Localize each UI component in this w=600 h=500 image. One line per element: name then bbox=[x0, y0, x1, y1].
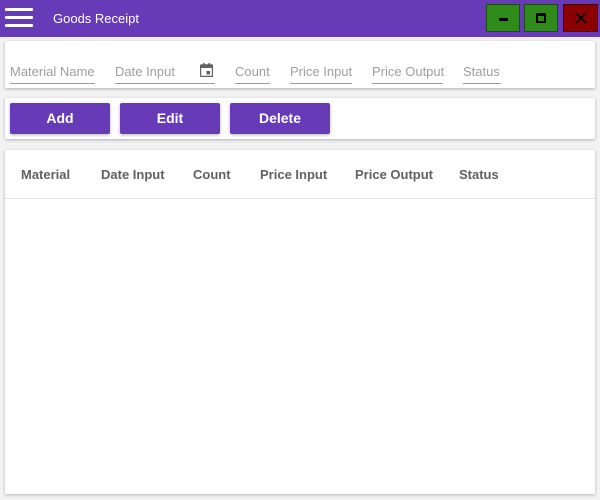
date-input-placeholder: Date Input bbox=[115, 64, 175, 79]
date-input-field[interactable]: Date Input bbox=[115, 59, 215, 84]
column-header-material[interactable]: Material bbox=[21, 167, 70, 183]
goods-receipt-window: Goods Receipt Material Name Date Input C… bbox=[0, 0, 600, 500]
close-icon bbox=[575, 12, 587, 24]
minimize-button[interactable] bbox=[486, 4, 520, 32]
maximize-icon bbox=[536, 13, 546, 23]
hamburger-line bbox=[5, 16, 33, 19]
column-header-price-output[interactable]: Price Output bbox=[355, 167, 433, 183]
price-input-placeholder: Price Input bbox=[290, 64, 353, 79]
actions-card: Add Edit Delete bbox=[5, 98, 595, 139]
goods-table: Material Date Input Count Price Input Pr… bbox=[5, 150, 595, 494]
material-name-placeholder: Material Name bbox=[10, 64, 95, 79]
calendar-icon[interactable] bbox=[199, 63, 214, 78]
price-output-field[interactable]: Price Output bbox=[372, 59, 445, 84]
column-header-count[interactable]: Count bbox=[193, 167, 231, 183]
maximize-button[interactable] bbox=[524, 4, 558, 32]
hamburger-line bbox=[5, 24, 33, 27]
column-header-status[interactable]: Status bbox=[459, 167, 499, 183]
column-header-price-input[interactable]: Price Input bbox=[260, 167, 327, 183]
delete-button[interactable]: Delete bbox=[230, 103, 330, 134]
input-form-card: Material Name Date Input Count Price Inp… bbox=[5, 41, 595, 88]
table-body[interactable] bbox=[5, 199, 595, 494]
status-placeholder: Status bbox=[463, 64, 500, 79]
price-input-field[interactable]: Price Input bbox=[290, 59, 352, 84]
add-button[interactable]: Add bbox=[10, 103, 110, 134]
table-header: Material Date Input Count Price Input Pr… bbox=[5, 150, 595, 199]
price-output-placeholder: Price Output bbox=[372, 64, 445, 79]
status-input[interactable]: Status bbox=[463, 59, 501, 84]
count-placeholder: Count bbox=[235, 64, 270, 79]
column-header-date-input[interactable]: Date Input bbox=[101, 167, 165, 183]
count-input[interactable]: Count bbox=[235, 59, 270, 84]
hamburger-line bbox=[5, 8, 33, 11]
material-name-input[interactable]: Material Name bbox=[10, 59, 95, 84]
close-button[interactable] bbox=[563, 4, 598, 32]
title-bar[interactable]: Goods Receipt bbox=[0, 0, 600, 37]
minimize-icon bbox=[499, 18, 508, 21]
edit-button[interactable]: Edit bbox=[120, 103, 220, 134]
hamburger-menu-icon[interactable] bbox=[5, 8, 33, 28]
window-title: Goods Receipt bbox=[53, 11, 139, 26]
